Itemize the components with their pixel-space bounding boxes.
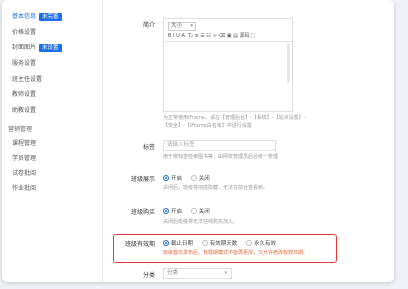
font-size-select[interactable]: 大小 ▾ [168,22,196,31]
tags-label: 标签 [142,144,155,151]
display-radio-group: 开启 关闭 [163,174,217,182]
validity-option-deadline[interactable]: 截止日期 [163,240,193,247]
validity-option-days[interactable]: 有效期天数 [201,240,237,247]
purchase-hint: 关闭后班级将无法在线购买加入。 [163,219,239,225]
sidebar-item-label: 课程管理 [12,140,37,147]
sidebar-item-label: 封面图片 [12,44,37,51]
sidebar-item-label: 学员管理 [12,155,37,162]
radio-icon [201,240,208,246]
sidebar-item-exam-review[interactable]: 试卷批阅 [12,169,36,179]
sidebar-item-service[interactable]: 服务设置 [12,59,36,69]
editor-toolbar-top: 大小 ▾ [168,22,196,31]
sidebar-item-label: 班主任设置 [12,76,43,83]
category-value: 分类 [167,270,179,276]
sidebar-group-label: 营销管理 [8,126,33,133]
display-label: 班级展示 [130,176,155,183]
validity-label: 班级有效期 [124,241,155,248]
sidebar-item-assistant[interactable]: 助教设置 [12,106,36,116]
status-badge: 未设置 [39,44,62,52]
category-label: 分类 [142,272,155,279]
sidebar-item-homework-review[interactable]: 作业批阅 [12,184,36,194]
font-size-label: 大小 [171,23,183,29]
sidebar-item-teacher[interactable]: 教师设置 [12,90,36,100]
tags-input[interactable]: 请输入标签 [163,140,276,151]
radio-checked-icon [163,240,169,246]
validity-radio-group: 截止日期 有效期天数 永久有效 [163,239,283,247]
purchase-radio-group: 开启 关闭 [163,207,217,215]
sidebar-item-basic-info[interactable]: 基本信息 未完善 [12,12,62,22]
radio-checked-icon [163,208,169,214]
editor-toolbar-buttons[interactable]: B I U A· T₂ ≡ ☰ ☷ ∞ ⌫ ▣ ▤ 源码 ⛶ [168,32,255,39]
radio-checked-icon [163,175,169,181]
purchase-option-on[interactable]: 开启 [163,208,182,215]
display-option-on[interactable]: 开启 [163,175,182,182]
display-hint: 关闭后，班级将彻底隐藏，无法在前台查看到。 [163,185,269,191]
editor-scrollbar[interactable] [287,43,290,83]
sidebar-item-label: 基本信息 [12,13,37,20]
sidebar-item-label: 教师设置 [12,91,37,98]
sidebar-item-label: 价格设置 [12,29,37,36]
tags-hint: 用于按标签检索图书等，由网校管理员后台统一管理 [163,154,279,160]
intro-hint-line1: 为正常使用iFrame，请在【管理后台】-【系统】-【站点设置】- [163,115,306,121]
sidebar-item-label: 作业批阅 [12,185,37,192]
chevron-down-icon: ▾ [224,270,227,276]
intro-label: 简介 [142,22,155,29]
display-option-off[interactable]: 关闭 [190,175,210,182]
app-window: 基本信息 未完善 价格设置 封面图片 未设置 服务设置 班主任设置 教师设置 助教设… [2,0,394,282]
sidebar-item-label: 试卷批阅 [12,170,37,177]
rich-text-editor[interactable]: 大小 ▾ B I U A· T₂ ≡ ☰ ☷ ∞ ⌫ ▣ ▤ 源码 ⛶ [163,18,293,112]
chevron-down-icon: ▾ [190,23,193,29]
sidebar-item-students[interactable]: 学员管理 [12,154,36,164]
sidebar-item-label: 服务设置 [12,60,37,67]
sidebar-item-headteacher[interactable]: 班主任设置 [12,75,42,85]
radio-icon [190,208,197,214]
purchase-option-off[interactable]: 关闭 [190,208,210,215]
purchase-label: 班级购买 [130,209,155,216]
status-badge: 未完善 [39,13,62,21]
sidebar-item-course[interactable]: 课程管理 [12,139,36,149]
sidebar: 基本信息 未完善 价格设置 封面图片 未设置 服务设置 班主任设置 教师设置 助教设… [2,0,103,282]
radio-icon [246,240,253,246]
category-select[interactable]: 分类 ▾ [163,268,232,279]
radio-icon [190,175,197,181]
sidebar-item-cover[interactable]: 封面图片 未设置 [12,43,62,53]
sidebar-item-price[interactable]: 价格设置 [12,28,36,38]
editor-toolbar[interactable]: B I U A· T₂ ≡ ☰ ☷ ∞ ⌫ ▣ ▤ 源码 ⛶ [164,32,292,42]
validity-option-forever[interactable]: 永久有效 [246,240,276,247]
validity-warning: 班级首次发布后，有效期模式不能再更改，只允许修改有效日期。 [163,250,309,256]
sidebar-item-label: 助教设置 [12,107,37,114]
intro-hint-line2: 【安全】-【iFrame白名单】中进行设置 [163,123,252,129]
